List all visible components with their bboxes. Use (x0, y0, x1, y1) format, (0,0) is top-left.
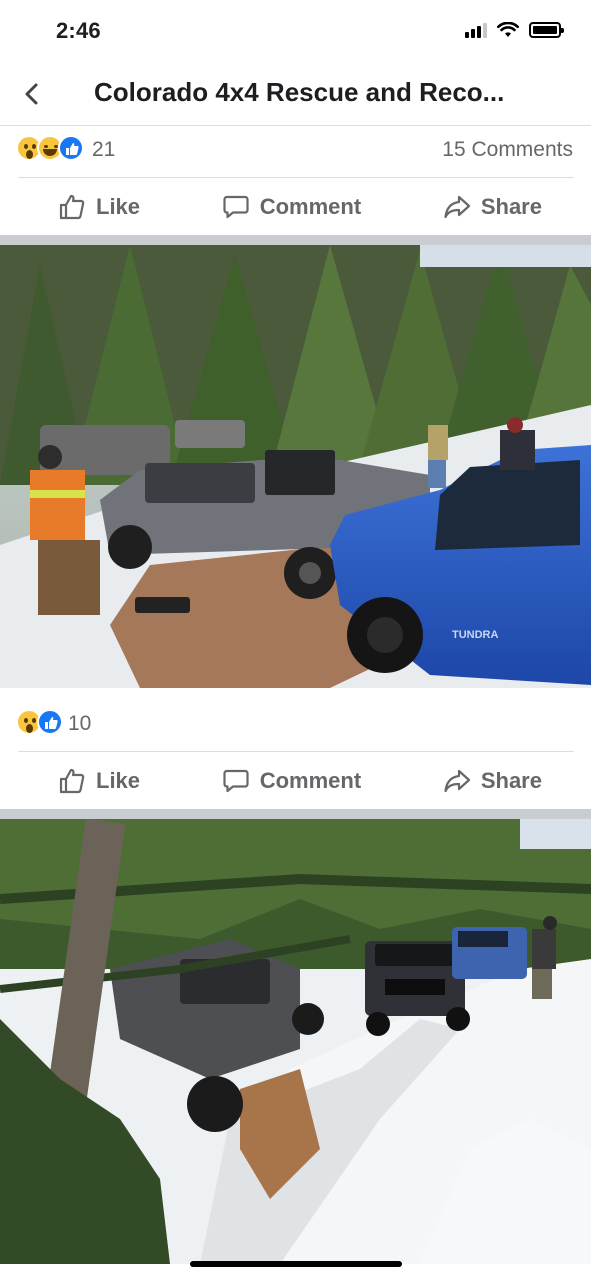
signal-icon (465, 22, 487, 38)
share-button[interactable]: Share (443, 767, 542, 795)
status-bar: 2:46 (0, 0, 591, 62)
like-button[interactable]: Like (58, 193, 140, 221)
reaction-icons (16, 135, 84, 161)
comment-label: Comment (259, 193, 362, 219)
page-title: Colorado 4x4 Rescue and Reco... (94, 77, 505, 107)
post3-photo[interactable] (0, 819, 591, 1264)
page-header: Colorado 4x4 Rescue and Reco... (0, 62, 591, 126)
status-icons (465, 22, 564, 38)
share-arrow-icon (444, 195, 470, 218)
battery-icon (529, 22, 564, 38)
post2-action-bar: Like Comment Share (18, 751, 574, 809)
share-label: Share (480, 193, 542, 219)
like-button[interactable]: Like (58, 767, 140, 795)
comment-button[interactable]: Comment (222, 193, 361, 221)
post1-reaction-summary[interactable]: 21 15 Comments (0, 126, 591, 176)
reaction-count: 10 (68, 712, 92, 735)
truck-badge-text: TUNDRA (452, 629, 498, 641)
like-reaction-icon (58, 135, 84, 161)
section-divider (0, 235, 591, 245)
comment-count[interactable]: 15 Comments (442, 138, 573, 162)
reaction-icons (16, 709, 63, 735)
comment-bubble-icon (223, 195, 249, 218)
thumbs-up-icon (59, 768, 85, 793)
share-button[interactable]: Share (443, 193, 542, 221)
post2-photo[interactable]: TUNDRA (0, 245, 591, 688)
like-label: Like (96, 193, 141, 219)
status-time: 2:46 (56, 18, 101, 43)
like-label: Like (96, 767, 141, 793)
share-label: Share (480, 767, 542, 793)
comment-label: Comment (259, 767, 362, 793)
share-arrow-icon (444, 769, 470, 792)
post2-reaction-summary[interactable]: 10 (0, 700, 591, 750)
reaction-count: 21 (92, 138, 116, 161)
thumbs-up-icon (59, 194, 85, 219)
home-indicator (190, 1261, 402, 1267)
post1-action-bar: Like Comment Share (18, 177, 574, 235)
section-divider (0, 809, 591, 819)
like-reaction-icon (37, 709, 63, 735)
comment-bubble-icon (223, 769, 249, 792)
chevron-left-icon[interactable] (18, 80, 46, 108)
comment-button[interactable]: Comment (222, 767, 361, 795)
wifi-icon (497, 22, 519, 37)
